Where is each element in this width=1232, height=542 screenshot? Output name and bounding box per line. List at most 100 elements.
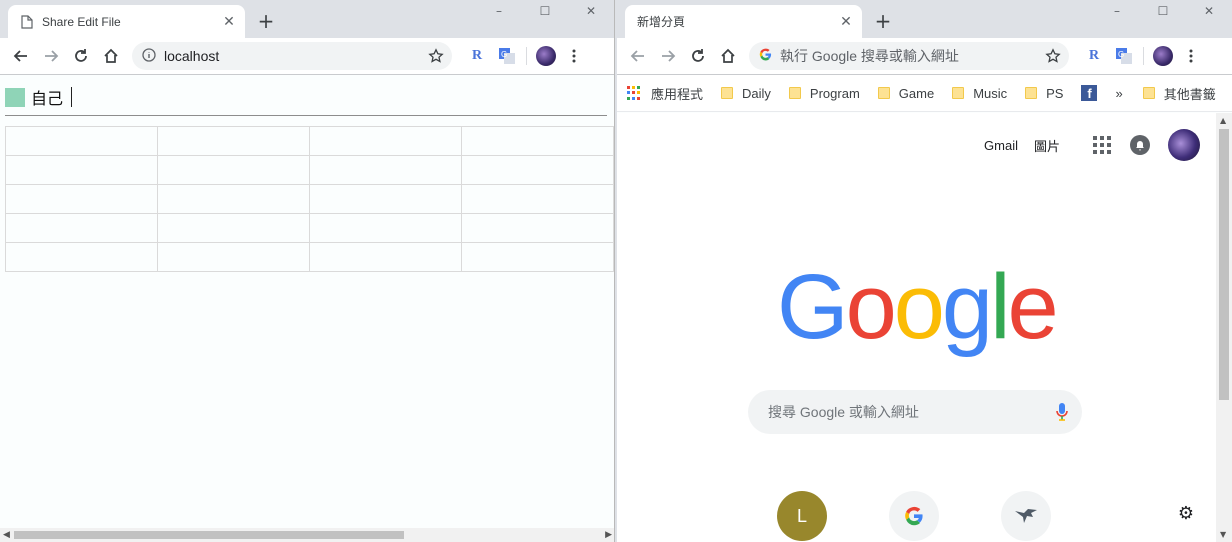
shortcut-tile-bird[interactable] [1001, 491, 1051, 541]
google-apps-icon[interactable] [1090, 133, 1114, 157]
reload-button[interactable] [683, 42, 713, 70]
bookmark-music[interactable]: Music [952, 86, 1007, 101]
grid-cell[interactable] [5, 242, 158, 272]
new-tab-page: Gmail 圖片 Google 搜尋 Google 或輸入網址 L ⚙ [617, 113, 1232, 542]
logo-letter: o [845, 256, 897, 358]
grid-cell[interactable] [157, 126, 310, 156]
tab-share-edit-file[interactable]: Share Edit File ✕ [8, 5, 245, 38]
grid-row [5, 126, 614, 156]
address-bar[interactable]: 執行 Google 搜尋或輸入網址 [749, 42, 1069, 70]
gmail-link[interactable]: Gmail [984, 138, 1018, 153]
grid-cell[interactable] [309, 184, 462, 214]
images-link[interactable]: 圖片 [1034, 136, 1060, 155]
horizontal-scrollbar[interactable]: ◀ ▶ [0, 528, 614, 542]
home-button[interactable] [713, 42, 743, 70]
grid-cell[interactable] [461, 126, 614, 156]
bookmark-daily[interactable]: Daily [721, 86, 771, 101]
folder-icon [1142, 87, 1155, 99]
star-icon[interactable] [428, 48, 444, 64]
back-button[interactable] [623, 42, 653, 70]
grid-cell[interactable] [157, 184, 310, 214]
google-g-icon [759, 48, 772, 64]
close-window-button[interactable]: ✕ [1186, 0, 1232, 22]
logo-letter: e [1007, 256, 1059, 358]
scroll-down-icon[interactable]: ▼ [1220, 530, 1226, 539]
maximize-button[interactable]: ☐ [522, 0, 568, 22]
shortcut-tile[interactable]: L [777, 491, 827, 541]
bookmark-other[interactable]: 其他書籤 [1142, 84, 1216, 103]
right-browser-window: 新增分頁 ✕ + – ☐ ✕ 執行 Google 搜尋或輸入網址 R G 應用程… [617, 0, 1232, 542]
tab-new-tab[interactable]: 新增分頁 ✕ [625, 5, 862, 38]
bookmarks-overflow-button[interactable]: » [1115, 86, 1122, 101]
scroll-thumb[interactable] [14, 531, 404, 539]
scroll-up-icon[interactable]: ▲ [1220, 116, 1226, 125]
minimize-button[interactable]: – [476, 0, 522, 22]
grid-cell[interactable] [5, 126, 158, 156]
folder-icon [721, 87, 734, 99]
bookmark-game[interactable]: Game [877, 86, 934, 101]
tab-title: 新增分頁 [637, 15, 686, 29]
grid-cell[interactable] [157, 155, 310, 185]
info-icon[interactable] [142, 47, 156, 65]
search-input[interactable]: 搜尋 Google 或輸入網址 [748, 390, 1082, 434]
account-avatar[interactable] [1168, 129, 1200, 161]
forward-button[interactable] [653, 42, 683, 70]
reload-button[interactable] [66, 42, 96, 70]
translate-extension-icon[interactable]: G [1109, 42, 1139, 70]
minimize-button[interactable]: – [1094, 0, 1140, 22]
new-tab-button[interactable]: + [872, 9, 894, 33]
grid-cell[interactable] [309, 155, 462, 185]
grid-row [5, 155, 614, 185]
profile-avatar[interactable] [1148, 42, 1178, 70]
grid-row [5, 242, 614, 272]
tab-close-icon[interactable]: ✕ [219, 12, 239, 32]
scroll-left-icon[interactable]: ◀ [3, 530, 10, 540]
vertical-scrollbar[interactable]: ▲ ▼ [1216, 113, 1232, 542]
menu-icon[interactable] [1178, 42, 1204, 70]
grid-cell[interactable] [309, 126, 462, 156]
customize-gear-icon[interactable]: ⚙ [1178, 503, 1194, 524]
back-button[interactable] [6, 42, 36, 70]
bookmark-apps[interactable]: 應用程式 [627, 84, 703, 103]
grid-cell[interactable] [157, 242, 310, 272]
address-bar[interactable]: localhost [132, 42, 452, 70]
bookmark-label: Program [809, 85, 860, 101]
omnibox-placeholder: 執行 Google 搜尋或輸入網址 [780, 48, 959, 64]
close-window-button[interactable]: ✕ [568, 0, 614, 22]
facebook-icon[interactable]: f [1081, 85, 1098, 101]
forward-button[interactable] [36, 42, 66, 70]
grid-cell[interactable] [461, 155, 614, 185]
bookmark-ps[interactable]: PS [1025, 86, 1063, 101]
grid-cell[interactable] [309, 242, 462, 272]
bookmark-program[interactable]: Program [788, 85, 860, 101]
scroll-right-icon[interactable]: ▶ [605, 530, 612, 540]
profile-avatar[interactable] [531, 42, 561, 70]
grid-cell[interactable] [157, 213, 310, 243]
home-button[interactable] [96, 42, 126, 70]
menu-icon[interactable] [561, 42, 587, 70]
text-cursor [71, 87, 73, 107]
shortcut-tile-google[interactable] [889, 491, 939, 541]
new-tab-button[interactable]: + [255, 9, 277, 33]
grid-cell[interactable] [461, 242, 614, 272]
scroll-thumb[interactable] [1219, 129, 1229, 400]
window-controls: – ☐ ✕ [1094, 0, 1232, 22]
grid-cell[interactable] [309, 213, 462, 243]
rx-extension-icon[interactable]: R [462, 42, 492, 70]
grid-cell[interactable] [5, 155, 158, 185]
bookmark-label: PS [1046, 85, 1064, 101]
maximize-button[interactable]: ☐ [1140, 0, 1186, 22]
grid-row [5, 184, 614, 214]
grid-cell[interactable] [461, 184, 614, 214]
star-icon[interactable] [1045, 48, 1061, 64]
grid-cell[interactable] [5, 213, 158, 243]
grid-cell[interactable] [461, 213, 614, 243]
grid-cell[interactable] [5, 184, 158, 214]
tab-close-icon[interactable]: ✕ [836, 12, 856, 32]
rx-extension-icon[interactable]: R [1079, 42, 1109, 70]
microphone-icon[interactable] [1042, 402, 1082, 422]
translate-extension-icon[interactable]: G [492, 42, 522, 70]
notifications-icon[interactable] [1130, 135, 1150, 155]
edit-grid [5, 126, 614, 272]
grid-row [5, 213, 614, 243]
